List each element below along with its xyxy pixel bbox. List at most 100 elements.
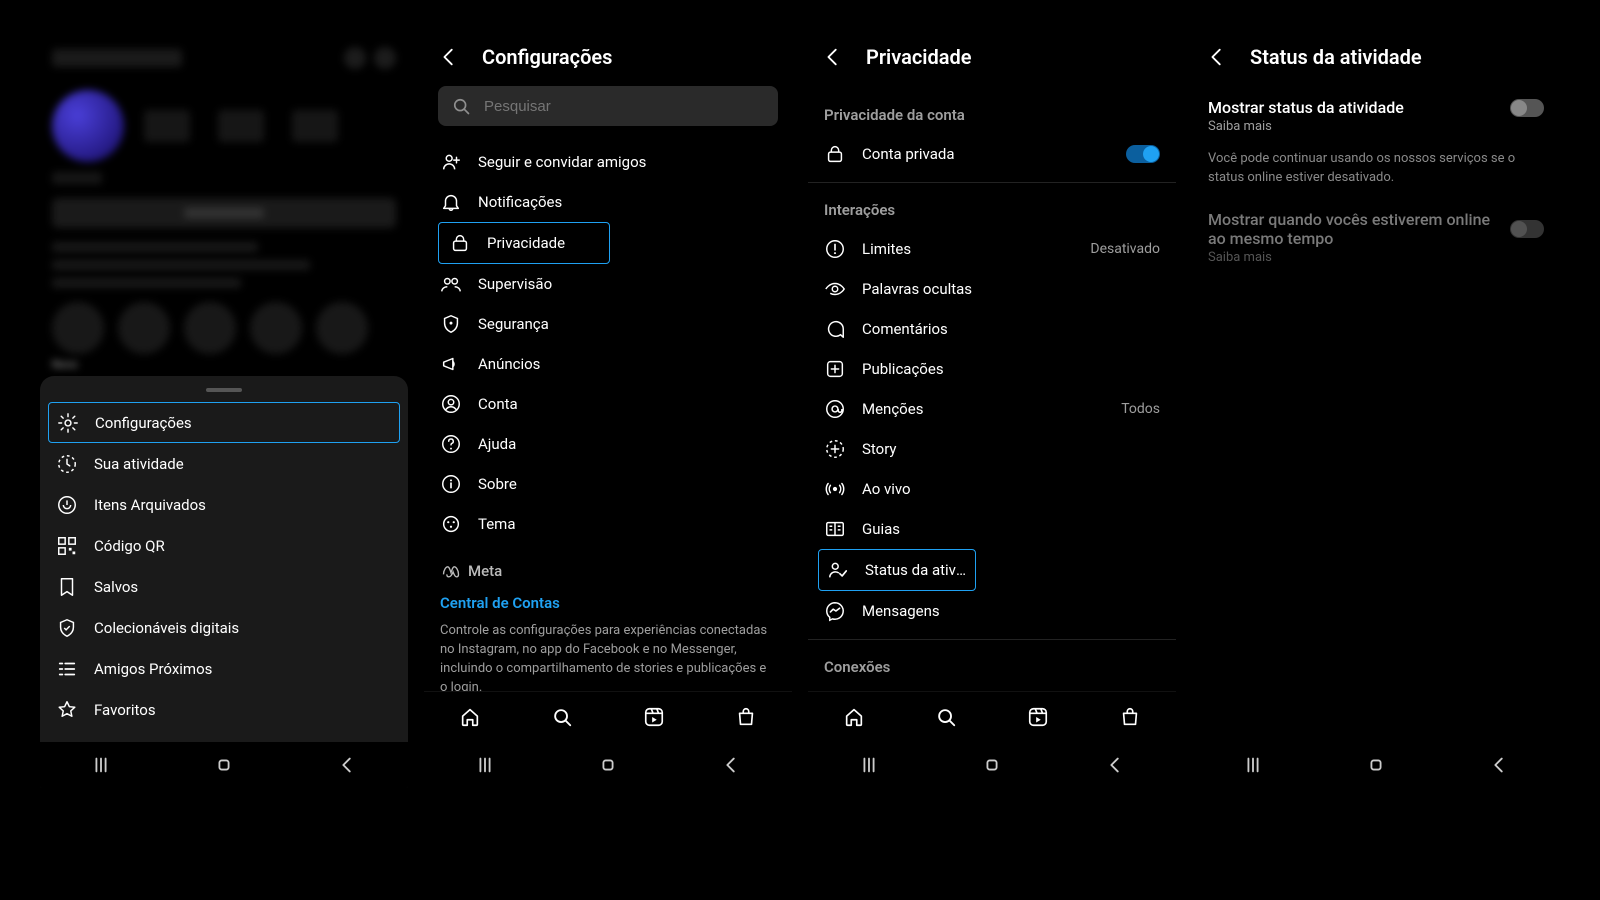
menu-item[interactable]: Favoritos — [40, 689, 408, 730]
privacy-item[interactable]: Comentários — [808, 309, 1176, 349]
section-account-privacy: Privacidade da conta — [808, 86, 1176, 134]
back-icon[interactable] — [822, 46, 844, 68]
tab-search-icon[interactable] — [551, 706, 573, 728]
archive-icon — [56, 494, 78, 516]
section-connections: Conexões — [808, 648, 1176, 686]
learn-more-link[interactable]: Saiba mais — [1208, 250, 1544, 265]
settings-item[interactable]: Conta — [424, 384, 792, 424]
nav-back-icon[interactable] — [720, 754, 742, 776]
nav-back-icon[interactable] — [1488, 754, 1510, 776]
bottom-tab-bar — [808, 691, 1176, 742]
limit-icon — [824, 238, 846, 260]
sheet-grab-handle[interactable] — [206, 388, 242, 392]
menu-item[interactable]: Itens Arquivados — [40, 484, 408, 525]
back-icon[interactable] — [1206, 46, 1228, 68]
privacy-item[interactable]: Palavras ocultas — [808, 269, 1176, 309]
screen-privacy: Privacidade Privacidade da conta Conta p… — [808, 28, 1176, 788]
settings-item[interactable]: Supervisão — [424, 264, 792, 304]
avatar — [52, 90, 124, 162]
privacy-item[interactable]: Status da atividade — [818, 549, 976, 591]
tab-shop-icon[interactable] — [735, 706, 757, 728]
nav-home-icon[interactable] — [597, 754, 619, 776]
page-title: Privacidade — [866, 45, 972, 69]
messenger-icon — [824, 600, 846, 622]
meta-brand-label: Meta — [468, 562, 502, 580]
privacy-item-label: Limites — [862, 240, 1074, 258]
setting-title: Mostrar status da atividade — [1208, 98, 1500, 117]
menu-item[interactable]: Sua atividade — [40, 443, 408, 484]
bookmark-icon — [56, 576, 78, 598]
bottom-tab-bar — [424, 691, 792, 742]
learn-more-link[interactable]: Saiba mais — [1208, 119, 1544, 134]
tab-reels-icon[interactable] — [1027, 706, 1049, 728]
people-icon — [440, 273, 462, 295]
menu-item[interactable]: Salvos — [40, 566, 408, 607]
nav-back-icon[interactable] — [1104, 754, 1126, 776]
account-icon — [440, 393, 462, 415]
nav-recent-icon[interactable] — [1242, 754, 1264, 776]
activity-status-toggle[interactable] — [1510, 99, 1544, 117]
settings-item-label: Anúncios — [478, 355, 776, 373]
privacy-item[interactable]: Ao vivo — [808, 469, 1176, 509]
nav-recent-icon[interactable] — [858, 754, 880, 776]
tab-search-icon[interactable] — [935, 706, 957, 728]
menu-item[interactable]: Código QR — [40, 525, 408, 566]
privacy-item[interactable]: Publicações — [808, 349, 1176, 389]
settings-item[interactable]: Tema — [424, 504, 792, 544]
settings-item[interactable]: Privacidade — [438, 222, 610, 264]
nav-back-icon[interactable] — [336, 754, 358, 776]
settings-item-label: Privacidade — [487, 234, 599, 252]
private-account-row[interactable]: Conta privada — [808, 134, 1176, 174]
setting-title: Mostrar quando vocês estiverem online ao… — [1208, 210, 1500, 248]
gear-icon — [57, 412, 79, 434]
settings-item[interactable]: Sobre — [424, 464, 792, 504]
live-icon — [824, 478, 846, 500]
list-star-icon — [56, 658, 78, 680]
menu-item[interactable]: Amigos Próximos — [40, 648, 408, 689]
search-field[interactable] — [482, 97, 766, 116]
screen-settings: Configurações Seguir e convidar amigosNo… — [424, 28, 792, 788]
privacy-item[interactable]: Mensagens — [808, 591, 1176, 631]
privacy-item-trail: Todos — [1121, 401, 1160, 417]
tab-shop-icon[interactable] — [1119, 706, 1141, 728]
settings-item-label: Segurança — [478, 315, 776, 333]
search-input[interactable] — [438, 86, 778, 126]
settings-item[interactable]: Notificações — [424, 182, 792, 222]
nav-home-icon[interactable] — [213, 754, 235, 776]
settings-item[interactable]: Anúncios — [424, 344, 792, 384]
nav-recent-icon[interactable] — [90, 754, 112, 776]
meta-icon — [440, 560, 462, 582]
profile-blurred: Novo — [40, 28, 408, 383]
privacy-item-label: Status da atividade — [865, 561, 967, 579]
privacy-item[interactable]: MençõesTodos — [808, 389, 1176, 429]
privacy-item[interactable]: Story — [808, 429, 1176, 469]
tab-home-icon[interactable] — [843, 706, 865, 728]
meta-description: Controle as configurações para experiênc… — [440, 622, 776, 697]
nav-home-icon[interactable] — [1365, 754, 1387, 776]
settings-item[interactable]: Segurança — [424, 304, 792, 344]
activity-note: Você pode continuar usando os nossos ser… — [1192, 146, 1560, 198]
nav-recent-icon[interactable] — [474, 754, 496, 776]
menu-item[interactable]: Configurações — [48, 402, 400, 443]
privacy-item-label: Guias — [862, 520, 1160, 538]
page-title: Status da atividade — [1250, 45, 1422, 69]
mention-icon — [824, 398, 846, 420]
settings-item[interactable]: Ajuda — [424, 424, 792, 464]
privacy-item[interactable]: Guias — [808, 509, 1176, 549]
plus-square-icon — [824, 358, 846, 380]
megaphone-icon — [440, 353, 462, 375]
privacy-item[interactable]: Limites Desativado — [808, 229, 1176, 269]
tab-reels-icon[interactable] — [643, 706, 665, 728]
user-plus-icon — [440, 151, 462, 173]
info-icon — [440, 473, 462, 495]
menu-item-label: Favoritos — [94, 701, 392, 719]
settings-item[interactable]: Seguir e convidar amigos — [424, 142, 792, 182]
story-plus-icon — [824, 438, 846, 460]
private-account-toggle[interactable] — [1126, 145, 1160, 163]
privacy-item-trail: Desativado — [1090, 241, 1160, 257]
back-icon[interactable] — [438, 46, 460, 68]
tab-home-icon[interactable] — [459, 706, 481, 728]
nav-home-icon[interactable] — [981, 754, 1003, 776]
menu-item[interactable]: Colecionáveis digitais — [40, 607, 408, 648]
accounts-center-link[interactable]: Central de Contas — [440, 594, 776, 612]
